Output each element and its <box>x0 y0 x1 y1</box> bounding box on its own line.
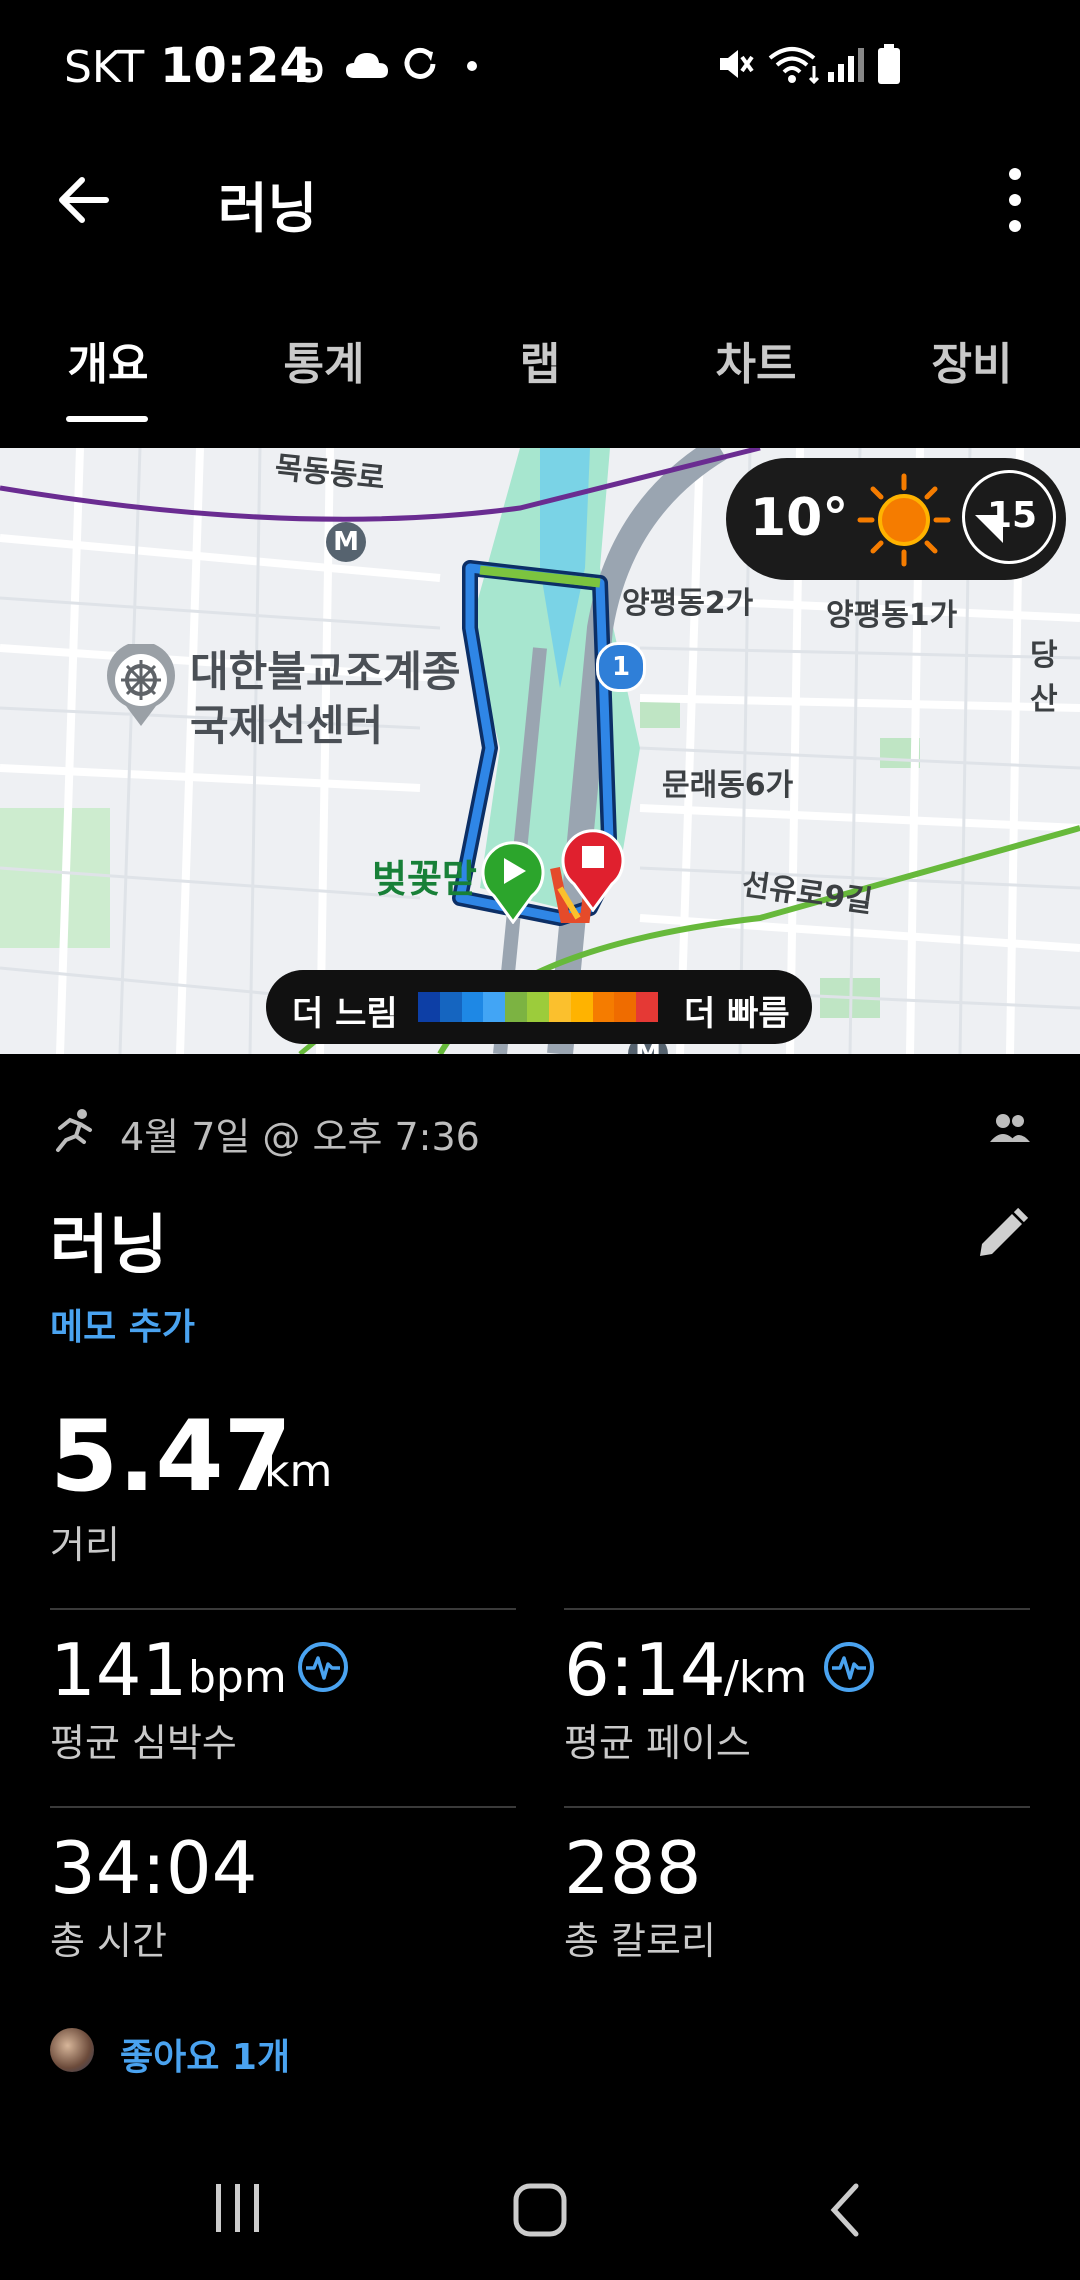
running-person-icon <box>56 1109 92 1152</box>
legend-color-segment <box>636 992 658 1022</box>
legend-color-segment <box>548 992 571 1022</box>
tab-laps[interactable]: 랩 <box>440 328 640 392</box>
stop-pin-icon <box>561 829 625 912</box>
map-label-temple-1: 대한불교조계종 <box>190 647 461 696</box>
tab-equipment[interactable]: 장비 <box>872 328 1072 392</box>
duration-label: 총 시간 <box>50 1919 167 1963</box>
legend-color-segment <box>439 992 462 1022</box>
edit-pencil-icon[interactable] <box>972 1204 1032 1264</box>
active-tab-indicator <box>66 416 148 422</box>
legend-color-segment <box>418 992 440 1022</box>
map-label-dangsan: 당산 <box>1030 638 1058 717</box>
map-label-cherry: 벚꽃맏 <box>372 857 477 901</box>
map-label-mullae6: 문래동6가 <box>662 768 794 803</box>
legend-color-segment <box>505 992 528 1022</box>
legend-gradient <box>418 992 658 1022</box>
uv-index-badge: 15 <box>962 470 1056 564</box>
add-memo-link[interactable]: 메모 추가 <box>50 1298 195 1350</box>
app-bar <box>0 140 1080 270</box>
group-icon[interactable] <box>990 1112 1030 1146</box>
pace-value: 6:14 <box>564 1628 726 1712</box>
legend-color-segment <box>483 992 506 1022</box>
tab-stats[interactable]: 통계 <box>224 328 424 392</box>
distance-label: 거리 <box>50 1523 120 1567</box>
tab-overview[interactable]: 개요 <box>8 328 208 392</box>
status-bar: SKT 10:24 <box>0 0 1080 140</box>
route-number-badge: 1 <box>596 642 646 692</box>
workout-title: 러닝 <box>50 1209 168 1283</box>
divider <box>564 1806 1030 1808</box>
legend-color-segment <box>461 992 484 1022</box>
weather-temperature: 10° <box>750 488 849 548</box>
map-label-yangpyeong2: 양평동2가 <box>622 586 754 621</box>
b-app-icon <box>297 48 323 83</box>
sun-icon <box>857 473 951 567</box>
duration-value: 34:04 <box>50 1826 258 1910</box>
workout-date: 4월 7일 @ 오후 7:36 <box>120 1115 480 1159</box>
more-vert-icon[interactable] <box>1000 164 1030 236</box>
speed-legend: 더 느림 더 빠름 <box>266 970 812 1044</box>
subway-badge-icon: M <box>326 522 366 562</box>
legend-color-segment <box>614 992 637 1022</box>
legend-color-segment <box>592 992 615 1022</box>
distance-value: 5.47 <box>50 1400 292 1514</box>
battery-icon <box>878 44 900 84</box>
back-arrow-icon[interactable] <box>52 168 116 232</box>
temple-pin-icon <box>107 644 175 726</box>
start-pin-icon <box>481 841 545 924</box>
wifi-icon <box>768 47 820 84</box>
heart-rate-label: 평균 심박수 <box>50 1721 237 1765</box>
system-nav-bar <box>0 2150 1080 2280</box>
divider <box>564 1608 1030 1610</box>
page-title: 러닝 <box>218 177 318 240</box>
mute-icon <box>720 50 754 78</box>
calories-value: 288 <box>564 1826 702 1910</box>
sync-icon <box>404 47 436 79</box>
weather-badge: 10° 15 <box>726 458 1066 580</box>
signal-icon <box>828 48 864 82</box>
heart-rate-unit: bpm <box>188 1652 287 1703</box>
avatar <box>50 2028 94 2072</box>
legend-color-segment <box>570 992 593 1022</box>
pace-chart-icon[interactable] <box>822 1640 876 1694</box>
dot-icon <box>467 61 477 71</box>
cloud-icon <box>346 53 388 78</box>
map-label-yangpyeong1: 양평동1가 <box>826 598 958 633</box>
heart-rate-value: 141 <box>50 1628 188 1712</box>
home-icon[interactable] <box>510 2180 570 2240</box>
heart-rate-chart-icon[interactable] <box>296 1640 350 1694</box>
legend-color-segment <box>527 992 549 1022</box>
recent-apps-icon[interactable] <box>210 2180 266 2236</box>
back-nav-icon[interactable] <box>820 2180 870 2240</box>
pace-label: 평균 페이스 <box>564 1721 751 1765</box>
divider <box>50 1608 516 1610</box>
carrier-label: SKT <box>64 42 145 93</box>
map-label-temple-2: 국제선센터 <box>190 701 384 750</box>
pace-unit: /km <box>724 1652 808 1703</box>
tab-charts[interactable]: 차트 <box>656 328 856 392</box>
legend-slow-label: 더 느림 <box>292 994 398 1034</box>
calories-label: 총 칼로리 <box>564 1919 716 1963</box>
uv-arc-icon <box>975 515 1003 543</box>
divider <box>50 1806 516 1808</box>
legend-fast-label: 더 빠름 <box>684 994 790 1034</box>
likes-link[interactable]: 좋아요 1개 <box>120 2028 290 2080</box>
distance-unit: km <box>264 1446 333 1497</box>
